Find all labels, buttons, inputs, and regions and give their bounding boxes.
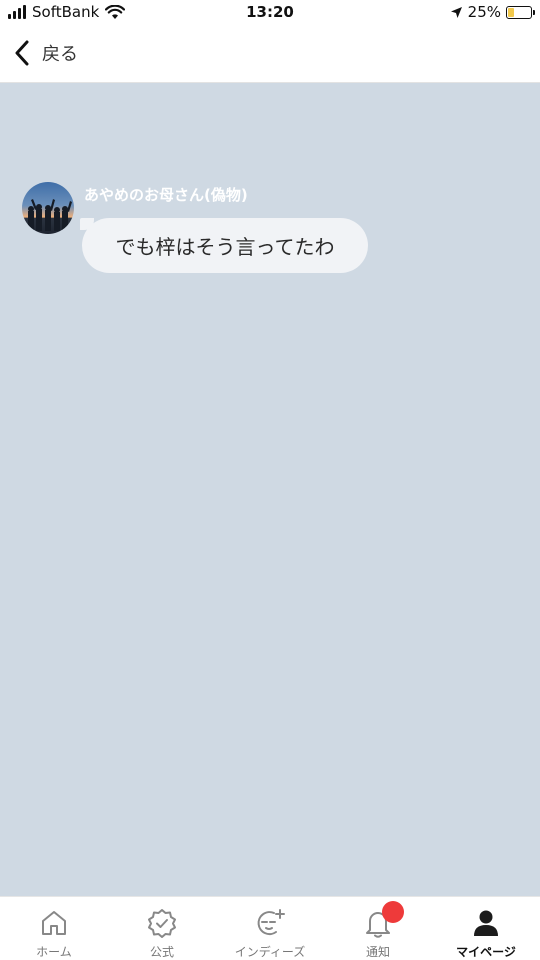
message-bubble[interactable]: でも梓はそう言ってたわ	[82, 218, 368, 273]
tab-label: 公式	[149, 945, 174, 959]
status-right: 25%	[450, 3, 535, 21]
sender-name: あやめのお母さん(偽物)	[84, 186, 248, 204]
back-label: 戻る	[42, 44, 78, 65]
top-nav-bar: 戻る	[0, 26, 540, 83]
status-bar: SoftBank 13:20 25%	[0, 0, 540, 26]
bottom-tab-bar: ホーム 公式 インディーズ 通知 マイページ	[0, 896, 540, 960]
battery-charging-icon	[506, 5, 535, 19]
tab-home[interactable]: ホーム	[0, 897, 108, 960]
message-text: でも梓はそう言ってたわ	[115, 235, 335, 259]
chevron-left-icon	[15, 40, 29, 66]
tab-indies[interactable]: インディーズ	[216, 897, 324, 960]
tab-label: インディーズ	[234, 945, 306, 959]
home-icon	[42, 911, 66, 935]
battery-percent: 25%	[467, 3, 501, 21]
battery-level-fill	[508, 7, 514, 17]
chat-area[interactable]: あやめのお母さん(偽物) でも梓はそう言ってたわ	[0, 84, 540, 896]
back-button[interactable]: 戻る	[14, 40, 78, 66]
sender-avatar[interactable]	[22, 182, 74, 234]
tab-label: マイページ	[456, 945, 516, 959]
group-photo-image	[28, 199, 72, 231]
notification-badge	[382, 901, 404, 923]
location-arrow-icon	[450, 6, 462, 18]
tab-label: ホーム	[36, 945, 72, 959]
tab-label: 通知	[365, 945, 390, 959]
tab-notifications[interactable]: 通知	[324, 897, 432, 960]
tab-official[interactable]: 公式	[108, 897, 216, 960]
verified-badge-icon	[148, 909, 176, 938]
tab-mypage[interactable]: マイページ	[432, 897, 540, 960]
indies-face-icon	[257, 909, 285, 935]
user-icon	[474, 910, 498, 936]
